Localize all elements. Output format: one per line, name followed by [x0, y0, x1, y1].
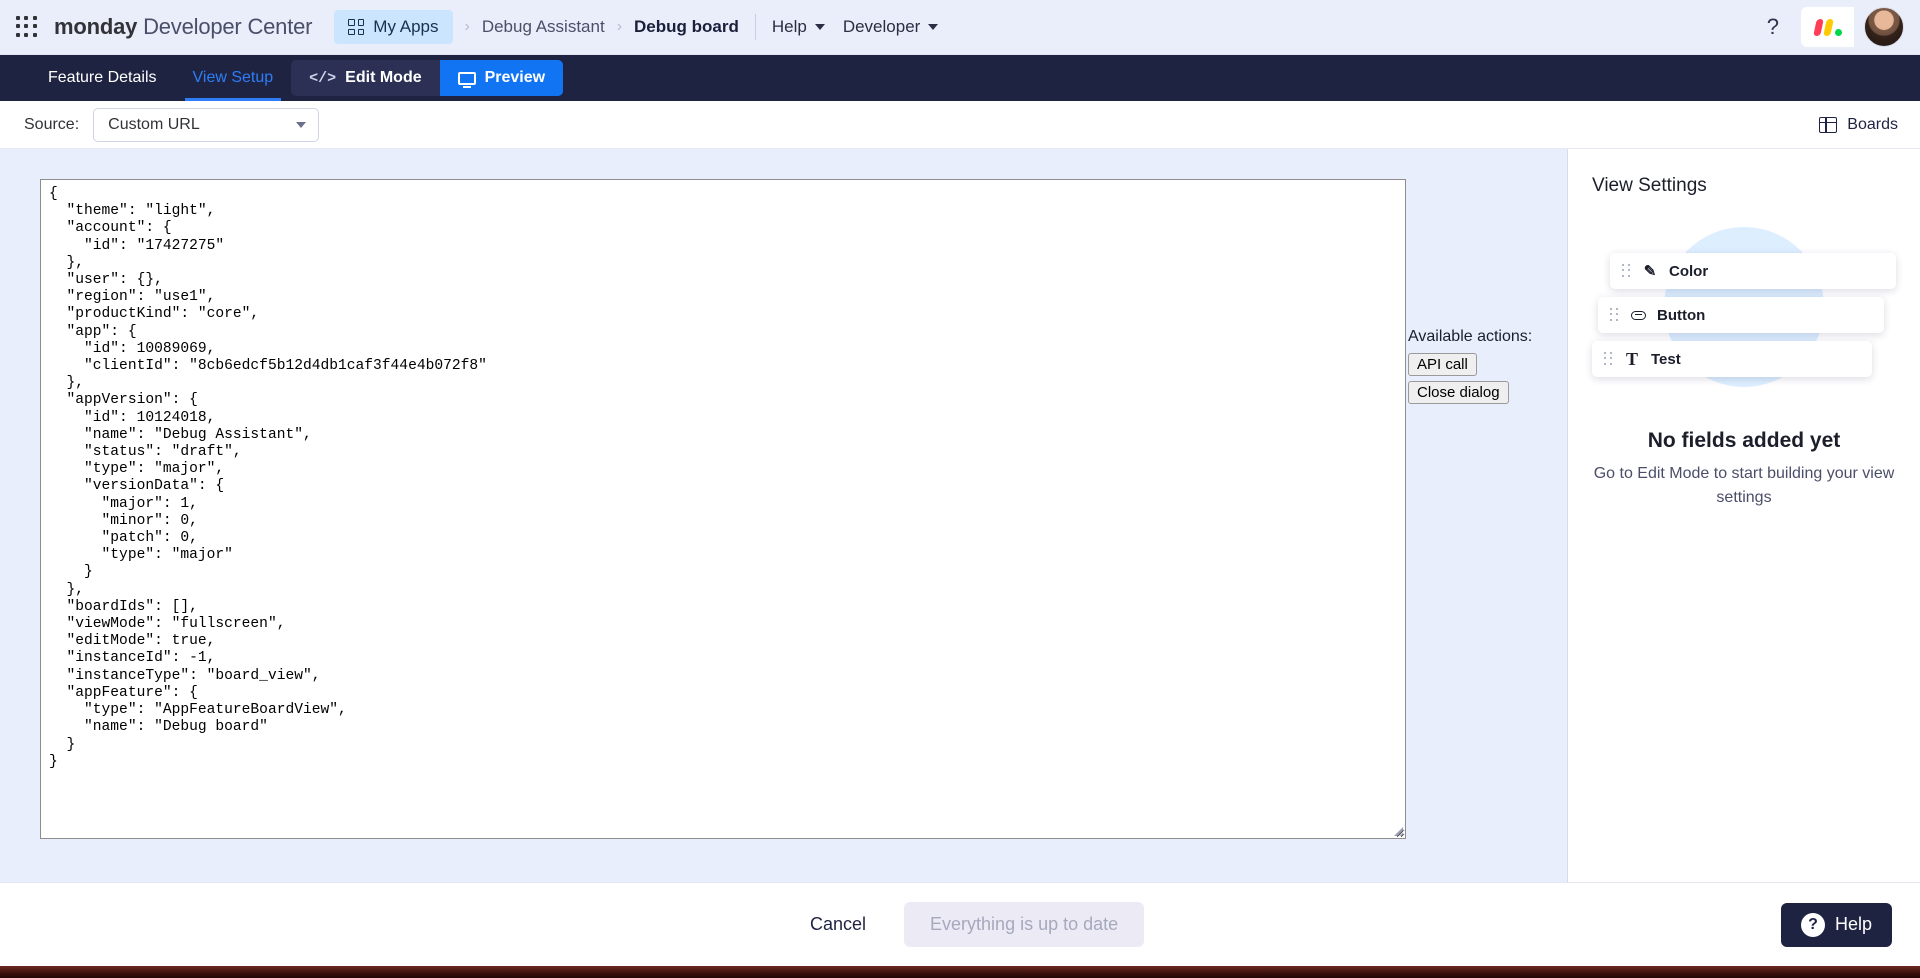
brand-logo[interactable]: monday Developer Center	[54, 14, 312, 40]
view-settings-title: View Settings	[1592, 175, 1707, 196]
apps-grid-icon[interactable]	[14, 14, 40, 40]
breadcrumb-board[interactable]: Debug board	[634, 17, 739, 37]
api-call-button[interactable]: API call	[1408, 353, 1477, 376]
footer-bar: Cancel Everything is up to date ? Help	[0, 882, 1920, 966]
illustration-card-color-label: Color	[1669, 262, 1709, 280]
table-grid-icon	[1819, 116, 1838, 133]
tab-feature-details[interactable]: Feature Details	[30, 55, 175, 101]
monitor-icon	[457, 71, 476, 85]
tab-view-setup-label: View Setup	[192, 69, 274, 86]
edit-mode-button[interactable]: </> Edit Mode	[291, 60, 439, 96]
apps-squares-icon	[348, 19, 365, 35]
preview-canvas: { "theme": "light", "account": { "id": "…	[0, 149, 1568, 882]
preview-label: Preview	[484, 69, 546, 86]
top-header-bar: monday Developer Center My Apps › Debug …	[0, 0, 1920, 55]
pen-icon: ✎	[1643, 263, 1657, 280]
edit-mode-label: Edit Mode	[345, 69, 422, 86]
boards-label: Boards	[1847, 115, 1898, 133]
empty-state-title: No fields added yet	[1647, 429, 1841, 452]
illustration-card-button-label: Button	[1657, 306, 1706, 324]
chevron-down-icon	[928, 24, 939, 30]
menu-developer[interactable]: Developer	[843, 17, 939, 37]
chevron-down-icon	[814, 24, 825, 30]
question-mark-icon[interactable]: ?	[1759, 14, 1787, 40]
empty-state-illustration: ✎ Color Button T Test	[1592, 227, 1896, 387]
source-label: Source:	[24, 115, 80, 133]
breadcrumb-separator-2: ›	[616, 18, 623, 35]
desktop-background-strip	[0, 966, 1920, 978]
source-select[interactable]: Custom URL	[93, 107, 320, 142]
illustration-card-color[interactable]: ✎ Color	[1610, 253, 1896, 289]
breadcrumb-my-apps-label: My Apps	[373, 17, 439, 36]
source-row-right: Boards	[1819, 101, 1920, 148]
source-select-value: Custom URL	[108, 115, 200, 133]
help-button-label: Help	[1834, 914, 1872, 934]
header-right-group: ?	[1759, 7, 1904, 47]
main-area: { "theme": "light", "account": { "id": "…	[0, 149, 1920, 882]
code-brackets-icon: </>	[309, 69, 337, 87]
status-badge: Everything is up to date	[904, 902, 1145, 947]
menu-help-label: Help	[771, 17, 807, 36]
preview-button[interactable]: Preview	[439, 60, 564, 96]
header-divider	[754, 14, 756, 40]
illustration-card-test-label: Test	[1651, 350, 1681, 368]
close-dialog-button[interactable]: Close dialog	[1408, 381, 1509, 404]
monday-logo-icon[interactable]	[1801, 7, 1854, 47]
mode-switch: </> Edit Mode Preview	[291, 60, 564, 96]
user-avatar[interactable]	[1864, 7, 1904, 47]
text-t-icon: T	[1625, 348, 1638, 369]
drag-handle-icon[interactable]	[1622, 264, 1631, 278]
available-actions-title: Available actions:	[1408, 328, 1533, 345]
boards-button[interactable]: Boards	[1819, 116, 1920, 134]
brand-name-light: Developer Center	[137, 14, 313, 39]
tab-view-setup[interactable]: View Setup	[175, 55, 292, 101]
breadcrumb-separator-1: ›	[464, 18, 470, 35]
drag-handle-icon[interactable]	[1604, 352, 1613, 366]
chevron-down-icon	[296, 121, 307, 128]
menu-help[interactable]: Help	[772, 17, 825, 37]
illustration-card-test[interactable]: T Test	[1592, 341, 1872, 377]
available-actions-panel: Available actions: API call Close dialog	[1408, 327, 1558, 409]
cancel-button[interactable]: Cancel	[800, 906, 876, 943]
view-tab-strip: Feature Details View Setup </> Edit Mode…	[0, 55, 1920, 101]
button-pill-icon	[1629, 307, 1647, 324]
drag-handle-icon[interactable]	[1610, 308, 1619, 322]
question-circle-icon: ?	[1800, 912, 1825, 937]
footer-actions: Cancel Everything is up to date	[800, 902, 1145, 947]
view-settings-panel: View Settings ✎ Color Button T Test No f…	[1568, 149, 1920, 882]
context-json-viewer[interactable]: { "theme": "light", "account": { "id": "…	[40, 179, 1406, 839]
empty-state-subtitle: Go to Edit Mode to start building your v…	[1593, 465, 1895, 506]
help-button[interactable]: ? Help	[1780, 902, 1892, 947]
illustration-card-button[interactable]: Button	[1598, 297, 1884, 333]
brand-name-bold: monday	[54, 14, 138, 39]
tab-feature-details-label: Feature Details	[48, 69, 157, 86]
source-row: Source: Custom URL Boards	[0, 101, 1920, 149]
breadcrumb-app[interactable]: Debug Assistant	[482, 17, 605, 37]
menu-developer-label: Developer	[842, 17, 921, 36]
breadcrumb-my-apps[interactable]: My Apps	[334, 10, 453, 44]
breadcrumb: My Apps › Debug Assistant › Debug board …	[334, 0, 956, 54]
